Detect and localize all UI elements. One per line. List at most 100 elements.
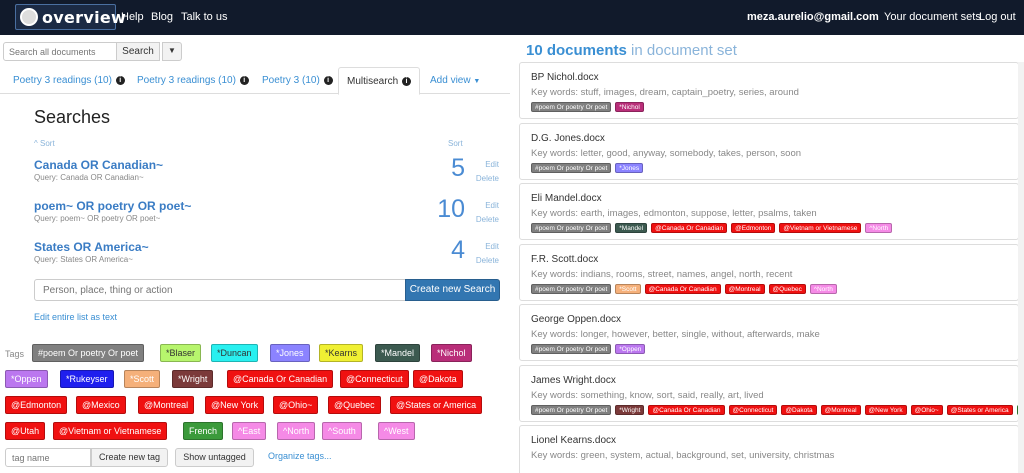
document-card[interactable]: D.G. Jones.docx Key words: letter, good, … xyxy=(519,122,1019,180)
tag[interactable]: *Blaser xyxy=(160,344,202,362)
tag[interactable]: @Vietnam or Vietnamese xyxy=(53,422,168,440)
nav-talk-link[interactable]: Talk to us xyxy=(181,11,227,23)
document-card[interactable]: BP Nichol.docx Key words: stuff, images, … xyxy=(519,62,1019,119)
sort-by-name-link[interactable]: ^ Sort xyxy=(34,139,55,148)
search-name[interactable]: poem~ OR poetry OR poet~ xyxy=(34,199,191,213)
document-tag[interactable]: @Vietnam or Vietnamese xyxy=(779,223,862,233)
tag[interactable]: ^North xyxy=(277,422,316,440)
document-tag[interactable]: *Nichol xyxy=(615,102,644,112)
show-untagged-button[interactable]: Show untagged xyxy=(175,448,254,467)
document-tag[interactable]: *Jones xyxy=(615,162,644,173)
tag[interactable]: @States or America xyxy=(390,396,483,414)
document-tag[interactable]: #poem Or poetry Or poet xyxy=(531,283,612,294)
tag[interactable]: @Mexico xyxy=(76,396,126,414)
create-new-search-button[interactable]: Create new Search xyxy=(405,279,500,301)
tag[interactable]: French xyxy=(183,422,224,440)
document-tag[interactable]: ^North xyxy=(809,283,837,294)
delete-search-link[interactable]: Delete xyxy=(476,215,499,224)
search-options-dropdown[interactable]: ▼ xyxy=(162,42,182,61)
document-tag[interactable]: @Quebec xyxy=(768,283,806,294)
tag[interactable]: @Dakota xyxy=(413,370,463,388)
tag[interactable]: #poem Or poetry Or poet xyxy=(32,344,145,362)
document-tag[interactable]: @Canada Or Canadian xyxy=(651,223,728,233)
tab-add-view[interactable]: Add view ▼ xyxy=(430,67,480,94)
document-tag[interactable]: *Scott xyxy=(615,283,641,294)
edit-search-link[interactable]: Edit xyxy=(485,160,499,169)
document-tag[interactable]: @Dakota xyxy=(781,404,817,415)
tag[interactable]: @Connecticut xyxy=(340,370,409,388)
nav-document-sets-link[interactable]: Your document sets xyxy=(884,11,981,23)
tag[interactable]: @Utah xyxy=(5,422,46,440)
document-tag[interactable]: #poem Or poetry Or poet xyxy=(531,223,612,233)
document-tag[interactable]: @Canada Or Canadian xyxy=(644,283,721,294)
document-tag[interactable]: @Ohio~ xyxy=(910,404,943,415)
document-tag[interactable]: *Oppen xyxy=(615,344,646,354)
document-tag[interactable]: #poem Or poetry Or poet xyxy=(531,162,612,173)
tag[interactable]: *Jones xyxy=(270,344,310,362)
sort-by-count-link[interactable]: Sort xyxy=(448,139,463,148)
search-documents-input[interactable] xyxy=(3,42,117,61)
info-icon[interactable]: i xyxy=(115,75,125,85)
document-tag[interactable]: #poem Or poetry Or poet xyxy=(531,404,612,415)
tag[interactable]: ^South xyxy=(322,422,362,440)
tag[interactable]: *Duncan xyxy=(211,344,258,362)
tag[interactable]: *Kearns xyxy=(319,344,364,362)
info-icon[interactable]: i xyxy=(323,75,333,85)
document-tag[interactable]: *Mandel xyxy=(615,223,648,233)
document-card[interactable]: F.R. Scott.docx Key words: indians, rooms… xyxy=(519,243,1019,301)
tag[interactable]: *Mandel xyxy=(375,344,421,362)
document-tag[interactable]: #poem Or poetry Or poet xyxy=(531,102,612,112)
edit-search-link[interactable]: Edit xyxy=(485,201,499,210)
document-list-scrollbar[interactable] xyxy=(1018,62,1024,473)
tag[interactable]: @Quebec xyxy=(328,396,381,414)
search-button[interactable]: Search xyxy=(116,42,160,61)
tab-multisearch[interactable]: Multisearch i xyxy=(338,67,420,95)
tag[interactable]: @New York xyxy=(205,396,265,414)
tag[interactable]: @Edmonton xyxy=(5,396,68,414)
create-new-tag-button[interactable]: Create new tag xyxy=(91,448,168,467)
document-tag[interactable]: @New York xyxy=(864,404,907,415)
tag[interactable]: *Nichol xyxy=(431,344,472,362)
organize-tags-link[interactable]: Organize tags... xyxy=(268,451,332,461)
document-tag[interactable]: @Edmonton xyxy=(731,223,776,233)
tag-name-input[interactable] xyxy=(5,448,91,467)
document-tag[interactable]: *Wright xyxy=(615,404,645,415)
user-email[interactable]: meza.aurelio@gmail.com xyxy=(747,11,879,23)
document-tag[interactable]: @Montreal xyxy=(724,283,765,294)
tab-poetry-3[interactable]: Poetry 3 (10) i xyxy=(262,67,333,94)
search-name[interactable]: States OR America~ xyxy=(34,240,149,254)
nav-help-link[interactable]: Help xyxy=(121,11,144,23)
info-icon[interactable]: i xyxy=(239,75,249,85)
tag[interactable]: ^East xyxy=(232,422,267,440)
tag[interactable]: *Rukeyser xyxy=(60,370,114,388)
edit-search-link[interactable]: Edit xyxy=(485,242,499,251)
tag[interactable]: *Wright xyxy=(172,370,214,388)
delete-search-link[interactable]: Delete xyxy=(476,174,499,183)
tag[interactable]: @Montreal xyxy=(138,396,195,414)
tag[interactable]: ^West xyxy=(378,422,415,440)
delete-search-link[interactable]: Delete xyxy=(476,256,499,265)
tag[interactable]: @Canada Or Canadian xyxy=(227,370,334,388)
tab-poetry-readings-2[interactable]: Poetry 3 readings (10) i xyxy=(137,67,249,94)
document-tag[interactable]: @Montreal xyxy=(820,404,861,415)
document-tag[interactable]: @Connecticut xyxy=(728,404,778,415)
document-card[interactable]: George Oppen.docx Key words: longer, howe… xyxy=(519,304,1019,361)
new-search-input[interactable] xyxy=(34,279,406,301)
document-card[interactable]: James Wright.docx Key words: something, k… xyxy=(519,364,1019,422)
overview-logo[interactable]: overview xyxy=(15,4,126,30)
tag[interactable]: @Ohio~ xyxy=(273,396,319,414)
document-tag[interactable]: #poem Or poetry Or poet xyxy=(531,344,612,354)
document-tag[interactable]: @Canada Or Canadian xyxy=(648,404,725,415)
document-tag[interactable]: @States or America xyxy=(946,404,1013,415)
edit-list-as-text-link[interactable]: Edit entire list as text xyxy=(34,312,117,322)
document-tag[interactable]: ^North xyxy=(865,223,893,233)
tag[interactable]: *Scott xyxy=(124,370,161,388)
nav-logout-link[interactable]: Log out xyxy=(979,11,1016,23)
document-card[interactable]: Eli Mandel.docx Key words: earth, images,… xyxy=(519,183,1019,240)
info-icon[interactable]: i xyxy=(401,76,411,86)
tab-poetry-readings-1[interactable]: Poetry 3 readings (10) i xyxy=(13,67,125,94)
nav-blog-link[interactable]: Blog xyxy=(151,11,173,23)
search-name[interactable]: Canada OR Canadian~ xyxy=(34,158,163,172)
document-card[interactable]: Lionel Kearns.docx Key words: green, syst… xyxy=(519,425,1019,473)
tag[interactable]: *Oppen xyxy=(5,370,48,388)
